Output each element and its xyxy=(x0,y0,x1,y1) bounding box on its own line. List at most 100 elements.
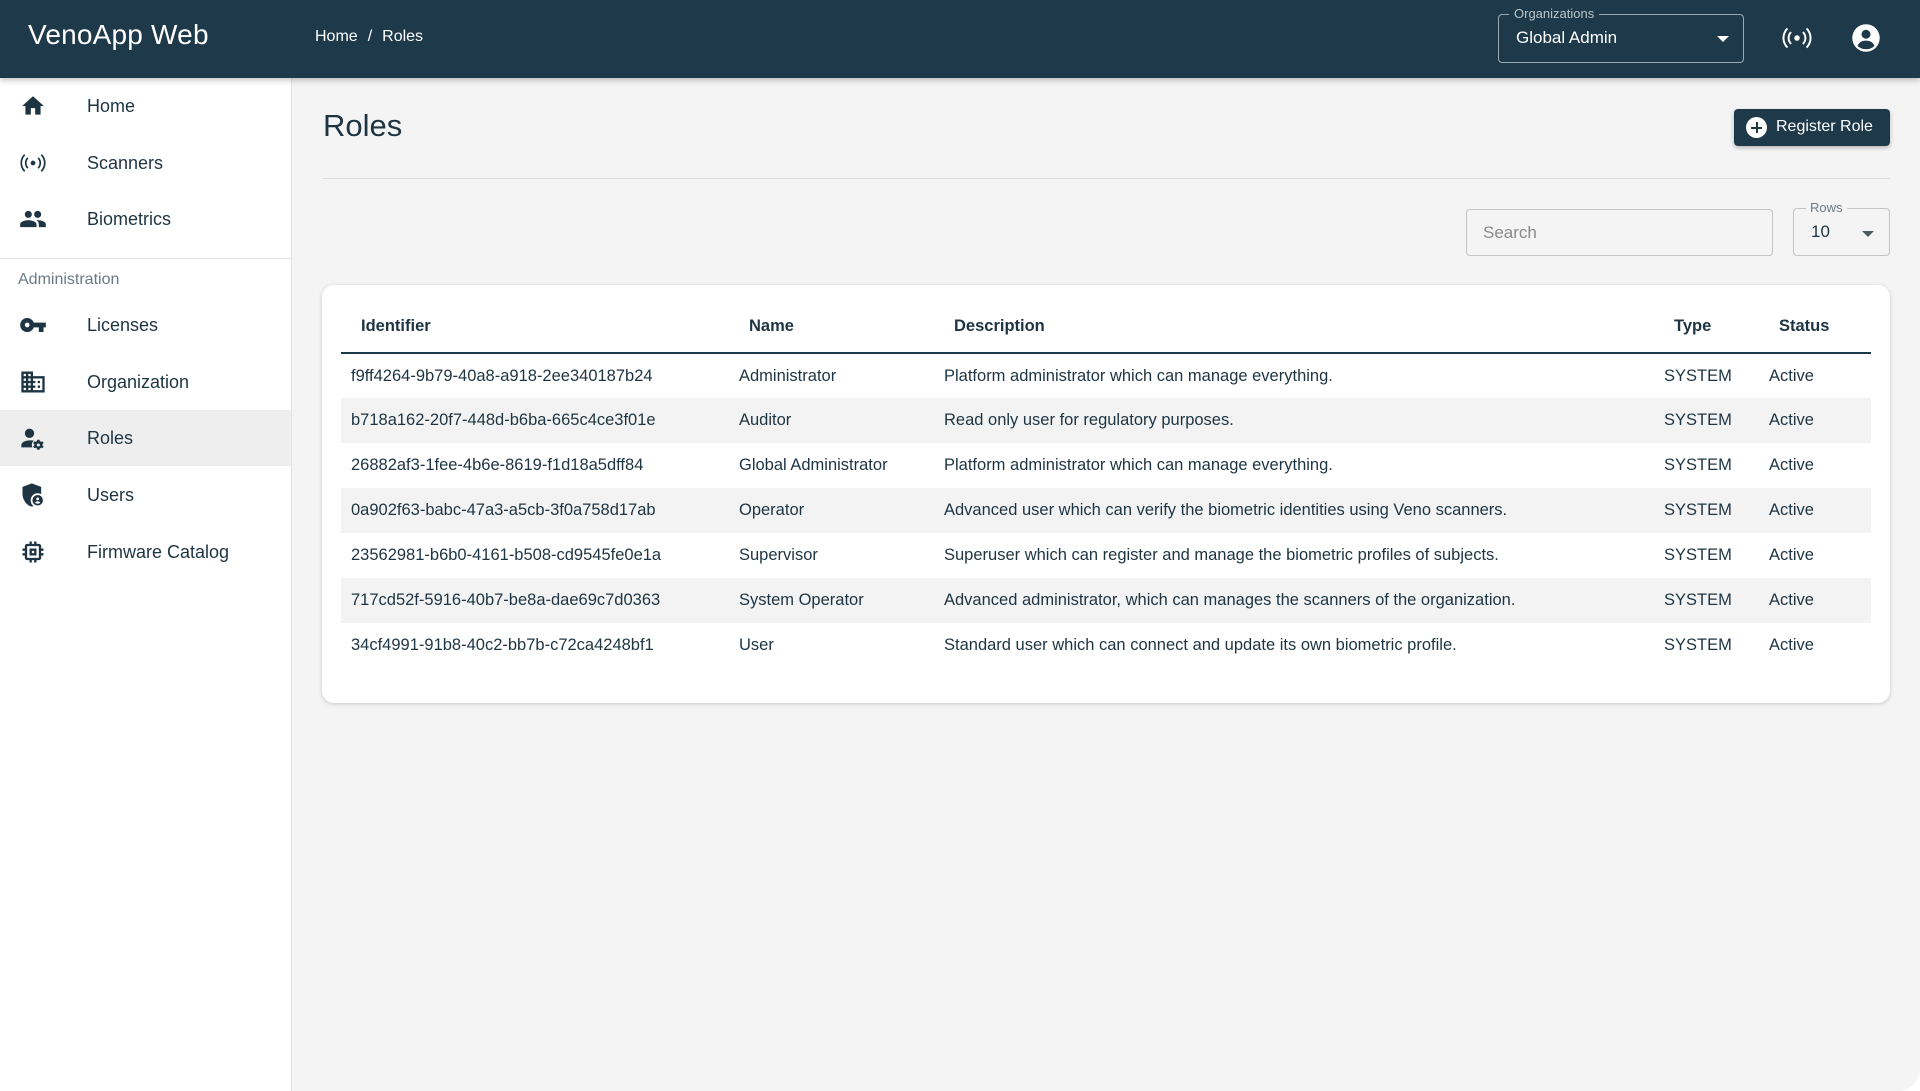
register-role-button[interactable]: Register Role xyxy=(1734,109,1890,146)
organizations-select-legend: Organizations xyxy=(1509,6,1600,21)
sidebar-item-scanners[interactable]: Scanners xyxy=(0,135,291,191)
shield-user-icon xyxy=(18,480,48,510)
chip-icon xyxy=(18,537,48,567)
scanner-signal-icon[interactable] xyxy=(1781,22,1813,54)
rows-select-legend: Rows xyxy=(1806,200,1847,215)
rows-select-value: 10 xyxy=(1811,222,1830,241)
search-input[interactable] xyxy=(1466,209,1773,256)
table-row[interactable]: 717cd52f-5916-40b7-be8a-dae69c7d0363 Sys… xyxy=(341,578,1871,623)
cell-name: Global Administrator xyxy=(739,456,888,474)
table-row[interactable]: 26882af3-1fee-4b6e-8619-f1d18a5dff84 Glo… xyxy=(341,443,1871,488)
title-divider xyxy=(323,178,1890,179)
organizations-select[interactable]: Organizations Global Admin xyxy=(1498,6,1744,63)
sidebar-item-users[interactable]: Users xyxy=(0,467,291,523)
table-row[interactable]: 23562981-b6b0-4161-b508-cd9545fe0e1a Sup… xyxy=(341,533,1871,578)
cell-name: Supervisor xyxy=(739,546,818,564)
breadcrumb-separator: / xyxy=(367,28,373,45)
home-icon xyxy=(18,91,48,121)
cell-type: SYSTEM xyxy=(1664,411,1732,429)
building-icon xyxy=(18,367,48,397)
cell-description: Superuser which can register and manage … xyxy=(944,546,1499,564)
sidebar-item-label: Roles xyxy=(87,427,134,448)
cell-type: SYSTEM xyxy=(1664,501,1732,519)
cell-identifier: f9ff4264-9b79-40a8-a918-2ee340187b24 xyxy=(351,366,653,385)
cell-status: Active xyxy=(1769,366,1814,385)
cell-name: Auditor xyxy=(739,411,792,429)
sidebar-item-label: Firmware Catalog xyxy=(87,541,230,562)
sidebar-item-label: Users xyxy=(87,484,135,505)
sidebar-item-label: Biometrics xyxy=(87,208,172,229)
cell-name: System Operator xyxy=(739,591,864,609)
key-icon xyxy=(18,310,48,340)
cell-identifier: 0a902f63-babc-47a3-a5cb-3f0a758d17ab xyxy=(351,501,656,519)
cell-type: SYSTEM xyxy=(1664,546,1732,564)
cell-identifier: 26882af3-1fee-4b6e-8619-f1d18a5dff84 xyxy=(351,456,644,474)
user-gear-icon xyxy=(18,423,48,453)
cell-status: Active xyxy=(1769,636,1814,654)
caret-down-icon xyxy=(1862,231,1874,237)
cell-description: Advanced user which can verify the biome… xyxy=(944,501,1508,519)
column-header-identifier[interactable]: Identifier xyxy=(341,300,739,354)
register-role-button-label: Register Role xyxy=(1776,118,1873,135)
cell-identifier: 717cd52f-5916-40b7-be8a-dae69c7d0363 xyxy=(351,591,661,609)
cell-name: Administrator xyxy=(739,366,837,385)
cell-identifier: b718a162-20f7-448d-b6ba-665c4ce3f01e xyxy=(351,411,656,429)
sidebar-divider xyxy=(0,258,291,259)
table-header-row: Identifier Name Description Type Status xyxy=(341,300,1871,354)
sidebar-item-label: Licenses xyxy=(87,314,159,335)
app-frame: VenoApp Web Home / Roles Organizations G… xyxy=(0,0,1920,1091)
cell-description: Advanced administrator, which can manage… xyxy=(944,591,1516,609)
sidebar-item-label: Organization xyxy=(87,371,190,392)
cell-description: Read only user for regulatory purposes. xyxy=(944,411,1234,429)
sidebar-item-biometrics[interactable]: Biometrics xyxy=(0,191,291,247)
sidebar-item-label: Scanners xyxy=(87,152,164,173)
sidebar-item-label: Home xyxy=(87,95,136,116)
roles-table: Identifier Name Description Type Status … xyxy=(341,300,1871,668)
cell-status: Active xyxy=(1769,411,1814,429)
cell-type: SYSTEM xyxy=(1664,456,1732,474)
cell-type: SYSTEM xyxy=(1664,636,1732,654)
cell-type: SYSTEM xyxy=(1664,591,1732,609)
rows-per-page-select[interactable]: Rows 10 xyxy=(1793,200,1890,256)
sidebar-item-firmware-catalog[interactable]: Firmware Catalog xyxy=(0,524,291,580)
cell-status: Active xyxy=(1769,546,1814,564)
cell-name: Operator xyxy=(739,501,805,519)
account-circle-icon[interactable] xyxy=(1850,22,1882,54)
sidebar-item-licenses[interactable]: Licenses xyxy=(0,297,291,353)
cell-status: Active xyxy=(1769,501,1814,519)
scanner-signal-icon xyxy=(18,148,48,178)
organizations-select-value: Global Admin xyxy=(1516,28,1618,47)
cell-type: SYSTEM xyxy=(1664,366,1732,385)
table-row[interactable]: 34cf4991-91b8-40c2-bb7b-c72ca4248bf1 Use… xyxy=(341,623,1871,668)
cell-identifier: 23562981-b6b0-4161-b508-cd9545fe0e1a xyxy=(351,546,662,564)
caret-down-icon xyxy=(1717,36,1729,42)
cell-status: Active xyxy=(1769,456,1814,474)
roles-table-card: Identifier Name Description Type Status … xyxy=(322,285,1890,703)
cell-description: Standard user which can connect and upda… xyxy=(944,636,1457,654)
top-app-bar: VenoApp Web Home / Roles Organizations G… xyxy=(0,0,1920,78)
breadcrumb-home[interactable]: Home xyxy=(315,28,358,46)
table-row[interactable]: f9ff4264-9b79-40a8-a918-2ee340187b24 Adm… xyxy=(341,353,1871,398)
cell-identifier: 34cf4991-91b8-40c2-bb7b-c72ca4248bf1 xyxy=(351,636,654,654)
sidebar-item-home[interactable]: Home xyxy=(0,78,291,134)
cell-description: Platform administrator which can manage … xyxy=(944,456,1333,474)
app-title: VenoApp Web xyxy=(28,19,209,50)
column-header-name[interactable]: Name xyxy=(739,300,944,354)
column-header-status[interactable]: Status xyxy=(1769,300,1871,354)
sidebar: Home Scanners Biometrics Administration xyxy=(0,78,292,1091)
cell-description: Platform administrator which can manage … xyxy=(944,366,1333,385)
column-header-type[interactable]: Type xyxy=(1664,300,1769,354)
column-header-description[interactable]: Description xyxy=(944,300,1664,354)
add-circle-icon xyxy=(1746,117,1767,138)
cell-status: Active xyxy=(1769,591,1814,609)
people-icon xyxy=(18,204,48,234)
cell-name: User xyxy=(739,636,774,654)
sidebar-item-organization[interactable]: Organization xyxy=(0,354,291,410)
table-row[interactable]: 0a902f63-babc-47a3-a5cb-3f0a758d17ab Ope… xyxy=(341,488,1871,533)
breadcrumb-current: Roles xyxy=(382,28,424,45)
breadcrumb: Home / Roles xyxy=(315,28,423,46)
table-row[interactable]: b718a162-20f7-448d-b6ba-665c4ce3f01e Aud… xyxy=(341,398,1871,443)
sidebar-item-roles[interactable]: Roles xyxy=(0,410,291,466)
sidebar-section-administration: Administration xyxy=(18,271,120,288)
page-title: Roles xyxy=(323,108,403,143)
